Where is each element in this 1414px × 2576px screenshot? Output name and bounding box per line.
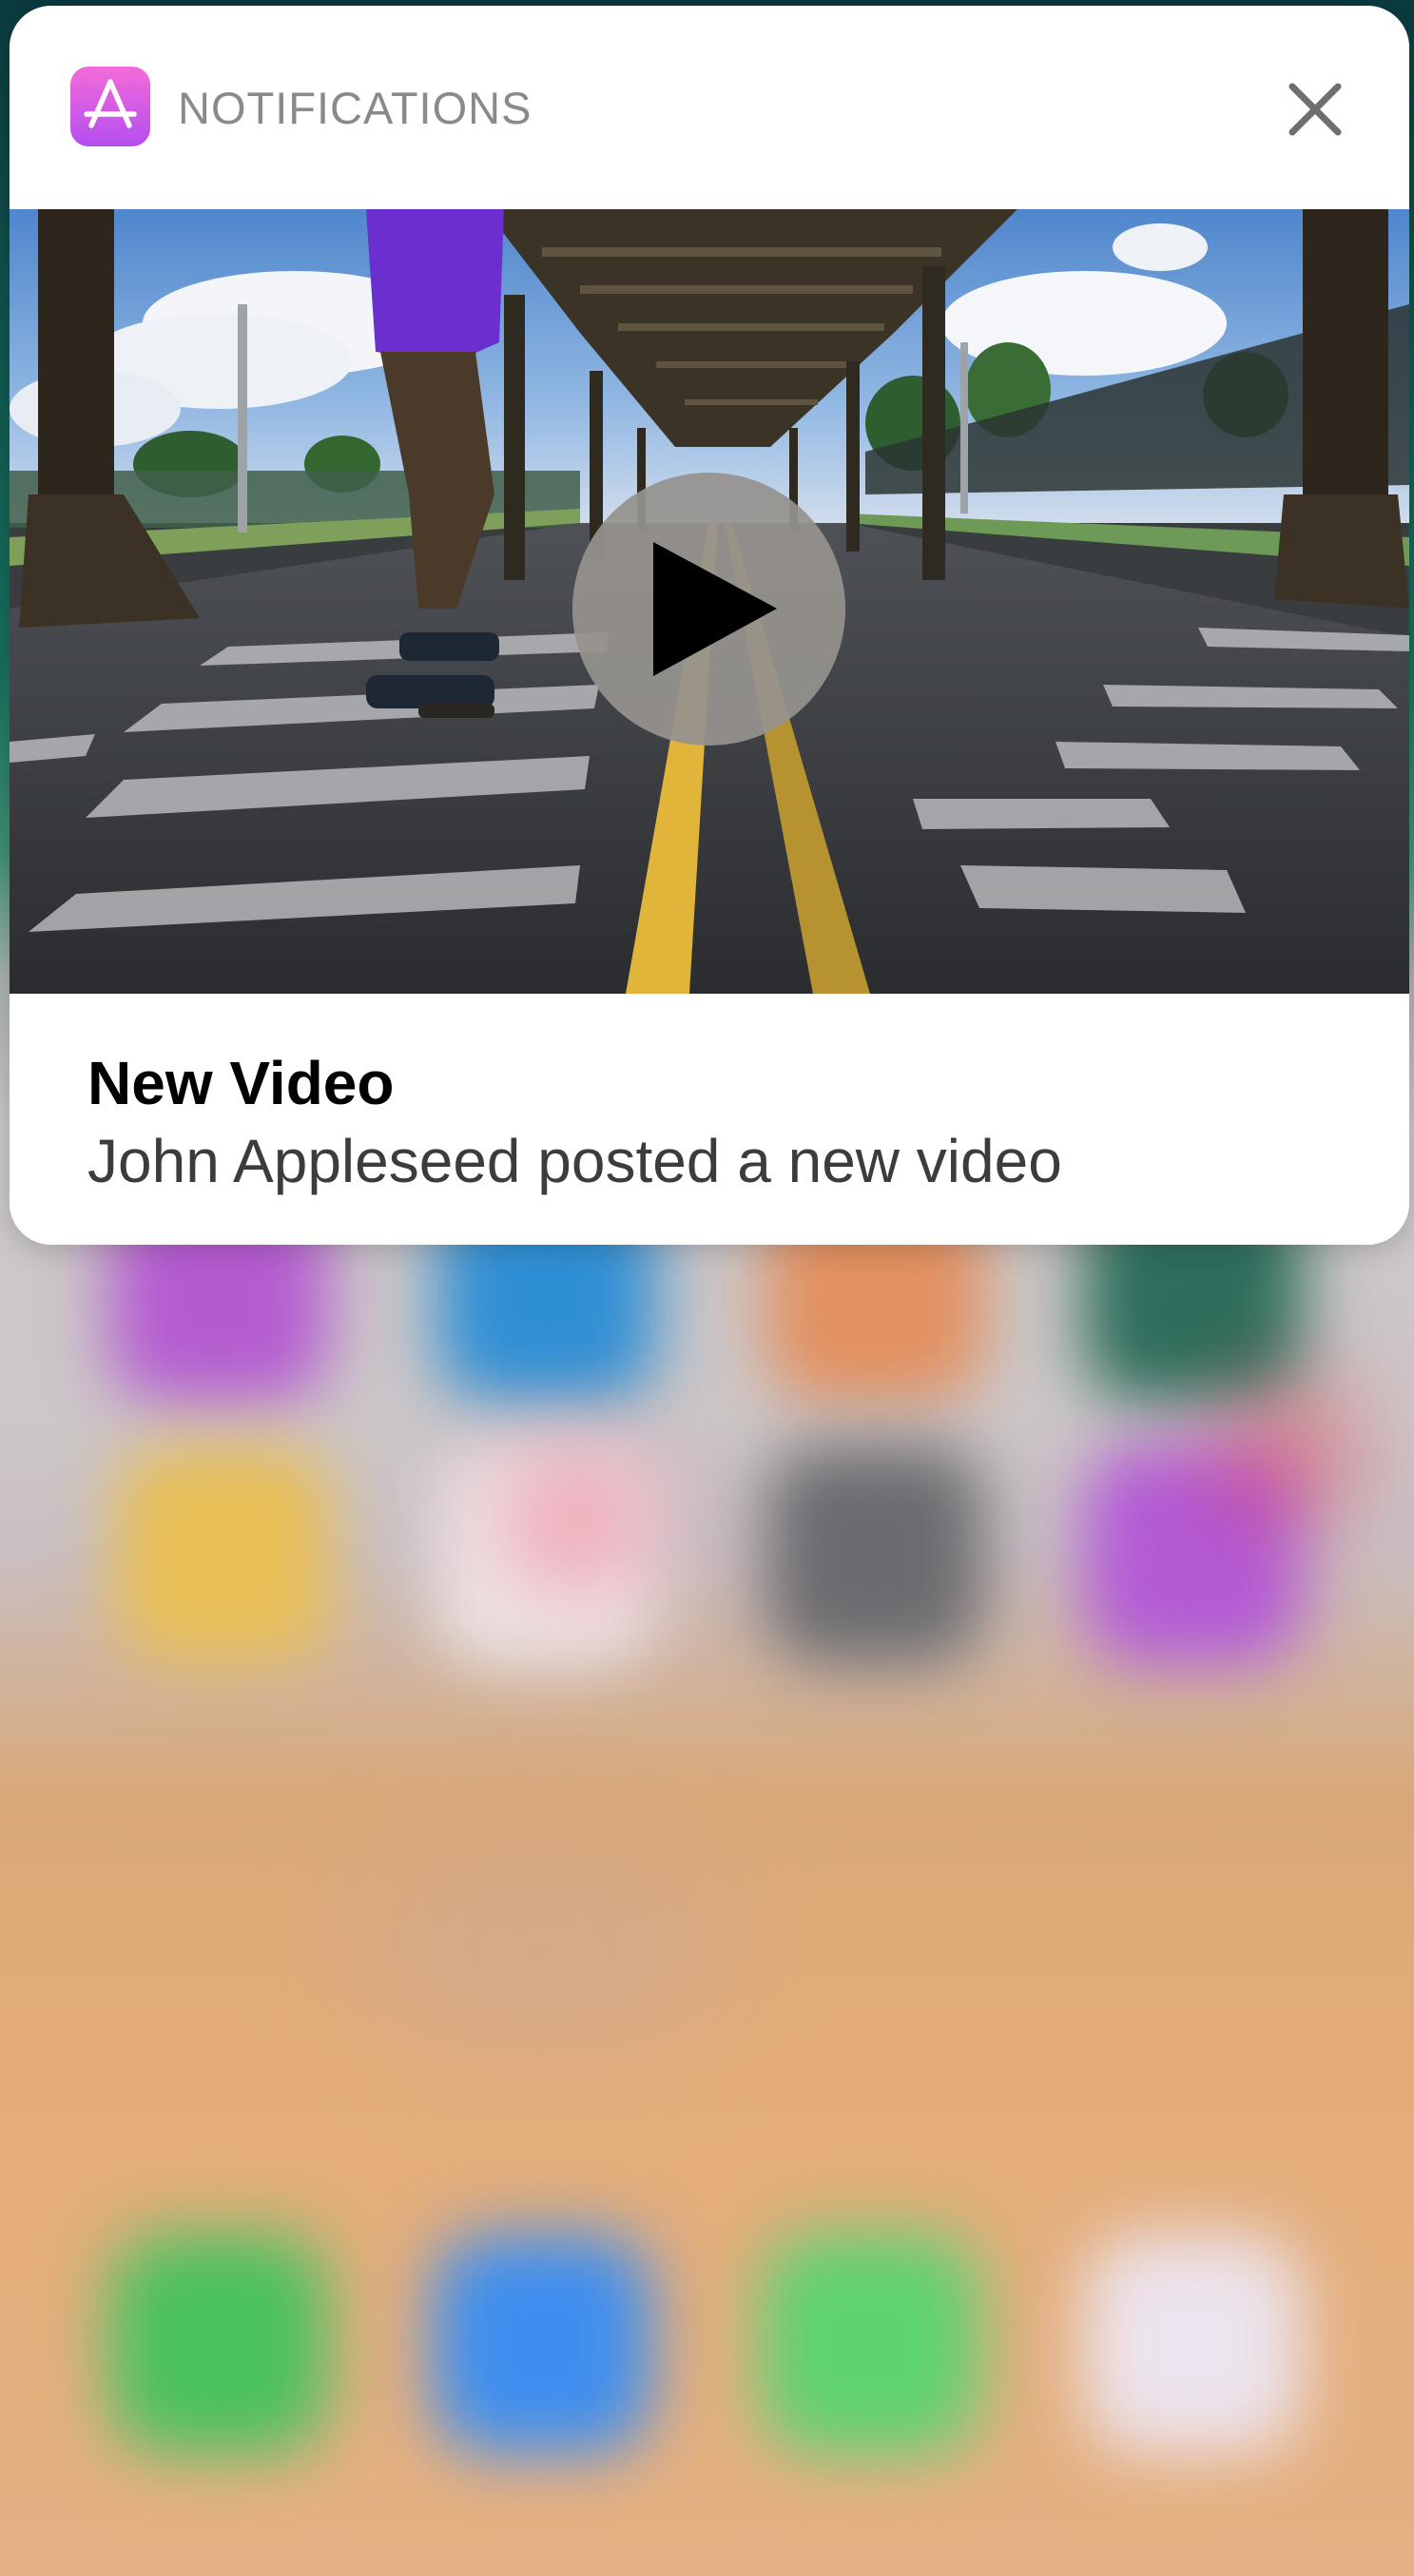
blurred-app-icon (114, 1445, 333, 1664)
blurred-app-icon (765, 1445, 984, 1664)
blurred-glow (513, 1464, 637, 1579)
close-icon[interactable] (1282, 76, 1348, 143)
app-name-label: NOTIFICATIONS (178, 83, 533, 133)
blurred-dock-icon (1084, 2235, 1303, 2453)
notification-header: NOTIFICATIONS (10, 6, 1409, 209)
notification-card[interactable]: NOTIFICATIONS New Video John Appleseed p… (10, 6, 1409, 1245)
notification-title: New Video (87, 1049, 395, 1117)
play-button[interactable] (572, 473, 845, 746)
blurred-glow (361, 1854, 723, 2044)
blurred-badge (1236, 1398, 1341, 1502)
notification-content: New Video John Appleseed posted a new vi… (10, 994, 1409, 1245)
blurred-dock-icon (761, 2235, 979, 2453)
blurred-dock-icon (109, 2235, 328, 2453)
app-store-icon (70, 67, 150, 146)
notification-body: John Appleseed posted a new video (87, 1127, 1062, 1195)
play-icon (653, 542, 777, 676)
blurred-dock-icon (433, 2235, 651, 2453)
video-thumbnail[interactable] (10, 209, 1409, 994)
